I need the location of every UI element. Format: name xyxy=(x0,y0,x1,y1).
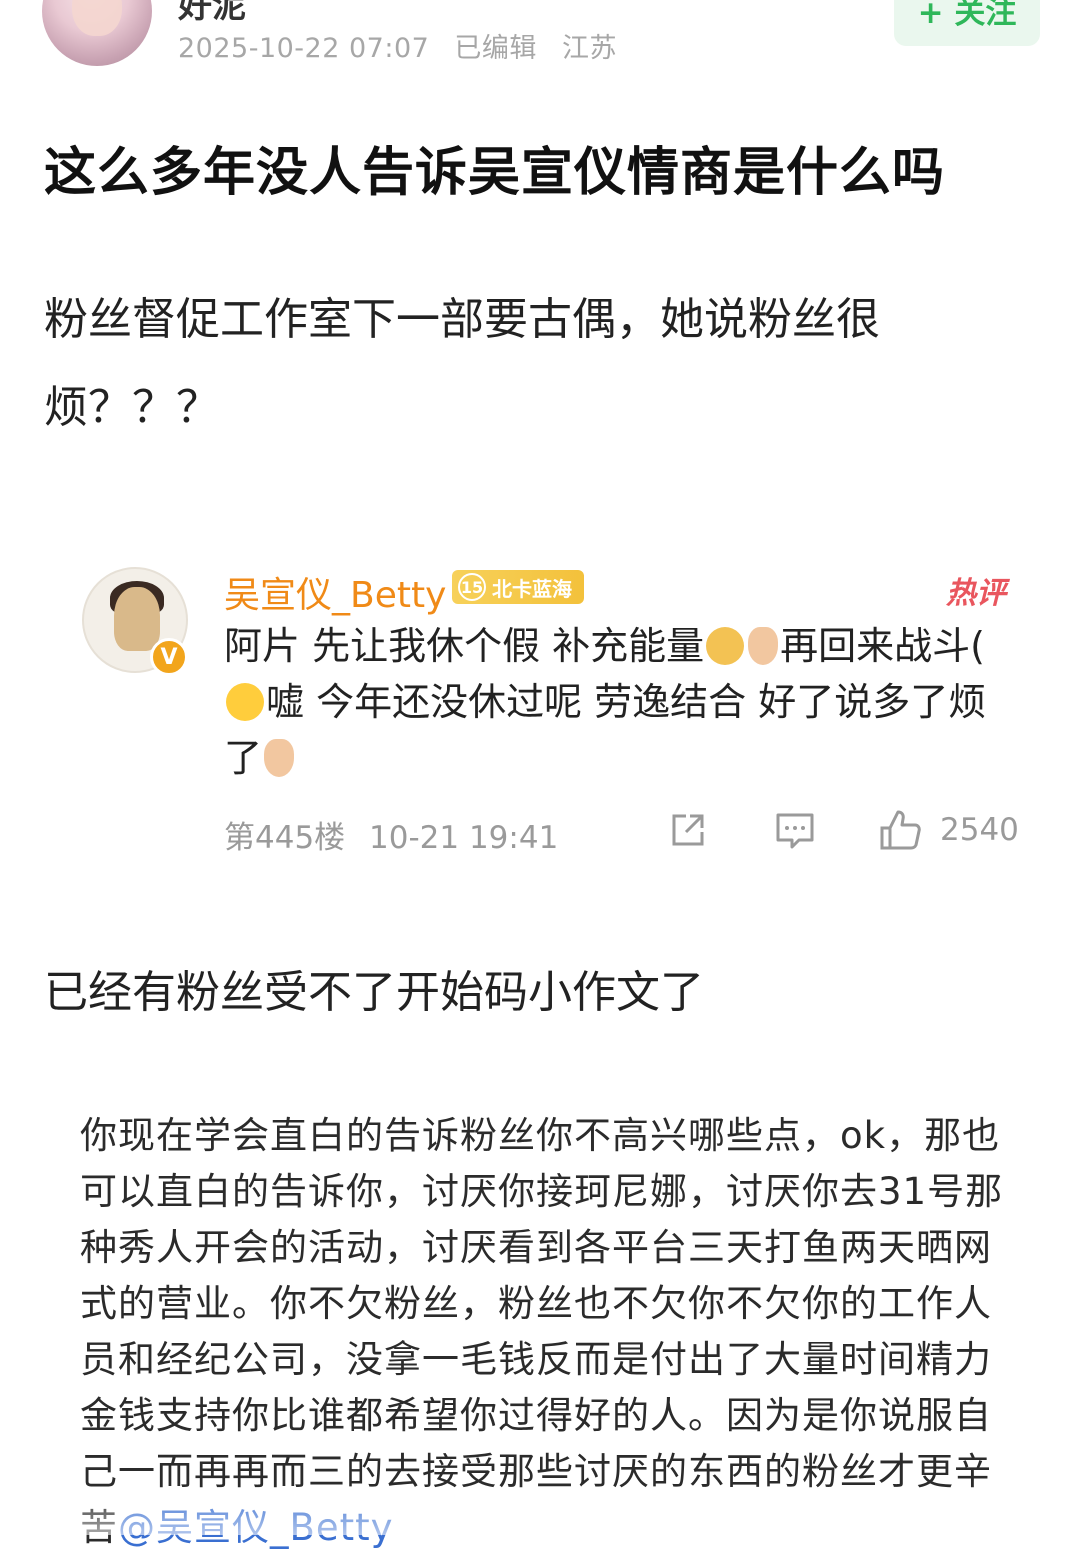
quoted-essay-body: 你现在学会直白的告诉粉丝你不高兴哪些点，ok，那也可以直白的告诉你，讨厌你接珂尼… xyxy=(80,1114,1004,1549)
location-label: 江苏 xyxy=(562,33,617,64)
comment-text-part: 再回来战斗( xyxy=(780,624,985,668)
comment-icon[interactable] xyxy=(775,812,815,850)
quoted-fan-essay: 你现在学会直白的告诉粉丝你不高兴哪些点，ok，那也可以直白的告诉你，讨厌你接珂尼… xyxy=(80,1108,1010,1556)
hot-comment-tag: 热评 xyxy=(946,576,1006,611)
comment-text: 阿片 先让我休个假 补充能量 再回来战斗( 嘘 今年还没休过呢 劳逸结合 好了说多了… xyxy=(224,618,1024,786)
verified-v-icon: V xyxy=(150,638,188,676)
post-paragraph: 粉丝督促工作室下一部要古偶，她说粉丝很烦？？？ xyxy=(44,294,880,433)
bottom-fade xyxy=(0,1490,1080,1535)
like-icon[interactable] xyxy=(878,808,922,852)
post-title: 这么多年没人告诉吴宣仪情商是什么吗 xyxy=(44,143,946,203)
post-timestamp: 2025-10-22 07:07 xyxy=(178,33,430,64)
comment-floor: 第445楼 xyxy=(224,820,346,856)
comment-time: 10-21 19:41 xyxy=(369,820,559,856)
author-avatar[interactable] xyxy=(42,0,152,66)
comment-author-name[interactable]: 吴宣仪_Betty xyxy=(224,566,446,618)
comment-meta: 第445楼 10-21 19:41 xyxy=(224,812,572,857)
author-name[interactable]: 好泥 xyxy=(178,0,246,27)
fan-level-badge: 15 北卡蓝海 xyxy=(452,570,584,604)
shush-emoji-icon xyxy=(226,683,264,721)
follow-button[interactable]: + 关注 xyxy=(894,0,1040,46)
share-icon[interactable] xyxy=(668,810,708,850)
post-meta: 2025-10-22 07:07 已编辑 江苏 xyxy=(178,26,633,65)
edited-label: 已编辑 xyxy=(454,33,537,64)
finger-heart-emoji-icon xyxy=(748,627,779,665)
like-count: 2540 xyxy=(940,812,1019,848)
comment-text-part: 嘘 今年还没休过呢 劳逸结合 好了说多了烦了 xyxy=(224,680,987,780)
comment-text-part: 阿片 先让我休个假 补充能量 xyxy=(224,624,705,668)
post-paragraph: 已经有粉丝受不了开始码小作文了 xyxy=(44,967,704,1018)
doge-emoji-icon xyxy=(706,627,745,665)
fan-level-number: 15 xyxy=(458,573,486,601)
fan-badge-label: 北卡蓝海 xyxy=(492,576,572,601)
finger-heart-emoji-icon xyxy=(264,739,295,777)
